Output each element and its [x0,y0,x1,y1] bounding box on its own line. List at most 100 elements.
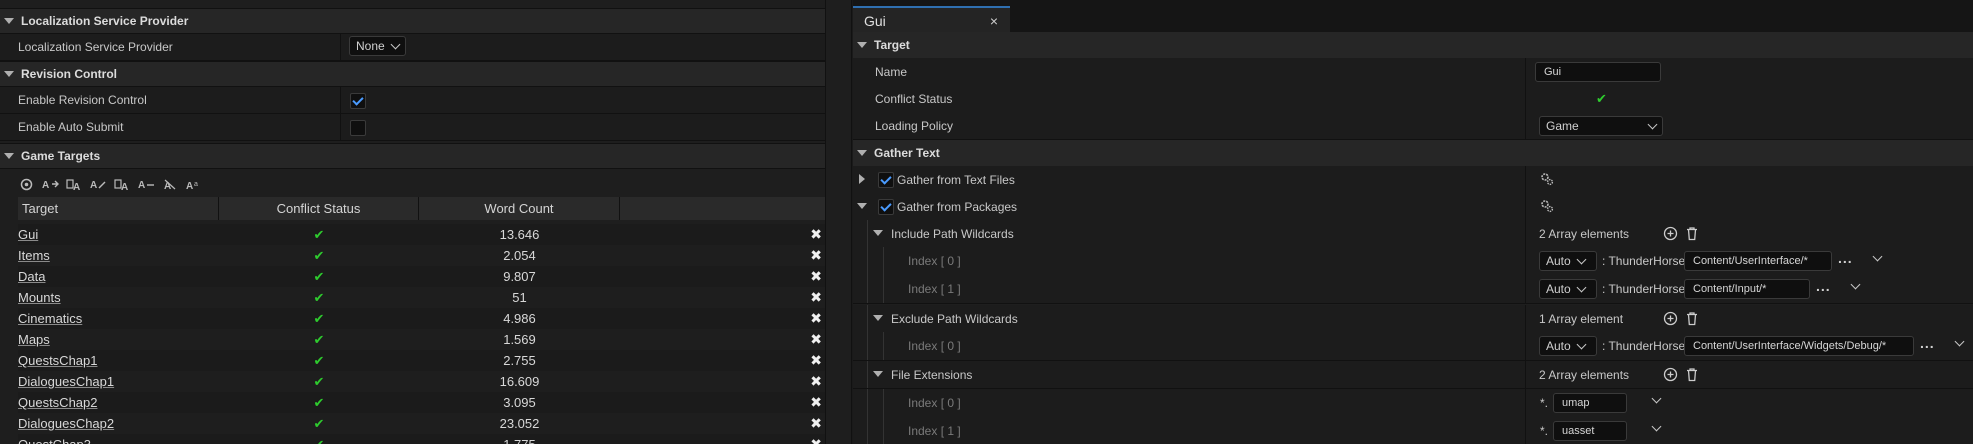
table-row[interactable]: QuestChap3 ✔ 1.775 ✖ [18,434,825,444]
auto-submit-checkbox[interactable] [350,120,366,136]
delete-target-icon[interactable]: ✖ [810,268,822,285]
include-path-label: Include Path Wildcards [891,227,1014,241]
name-input[interactable]: Gui [1535,62,1661,82]
column-word-count[interactable]: Word Count [419,197,620,220]
target-name[interactable]: DialoguesChap2 [18,416,114,431]
target-name[interactable]: Mounts [18,290,61,305]
target-name[interactable]: Maps [18,332,50,347]
more-options-icon[interactable]: ... [1816,278,1831,294]
collapse-arrow-icon[interactable] [857,150,867,156]
tab-gui[interactable]: Gui × [853,6,1010,34]
target-name[interactable]: QuestsChap2 [18,395,98,410]
mode-dropdown[interactable]: Auto [1539,279,1597,299]
target-name[interactable]: DialoguesChap1 [18,374,114,389]
collapse-arrow-icon[interactable] [873,315,883,321]
settings-icon[interactable] [1540,172,1554,186]
delete-target-icon[interactable]: ✖ [810,247,822,264]
settings-icon[interactable] [1540,199,1554,213]
count-words-icon[interactable]: Aa [186,176,203,193]
add-element-icon[interactable] [1663,311,1678,326]
scrollbar-track[interactable] [825,0,851,444]
enable-revision-checkbox[interactable] [350,93,366,109]
section-revision-control[interactable]: Revision Control [0,61,851,87]
expand-arrow-icon[interactable] [859,174,865,184]
export-text-icon[interactable]: A [66,176,83,193]
section-game-targets[interactable]: Game Targets [0,143,851,169]
delete-target-icon[interactable]: ✖ [810,310,822,327]
collapse-arrow-icon[interactable] [4,153,14,159]
table-row[interactable]: DialoguesChap1 ✔ 16.609 ✖ [18,371,825,392]
compile-text-icon[interactable]: A [162,176,179,193]
delete-target-icon[interactable]: ✖ [810,394,822,411]
delete-target-icon[interactable]: ✖ [810,373,822,390]
path-input[interactable]: Content/Input/* [1684,279,1810,299]
ext-input[interactable]: uasset [1553,421,1627,441]
add-element-icon[interactable] [1663,367,1678,382]
import-text-icon[interactable]: A [42,176,59,193]
chevron-down-icon[interactable] [1954,336,1965,347]
chevron-down-icon[interactable] [1651,421,1662,432]
trash-icon[interactable] [1685,311,1699,326]
section-gather-text[interactable]: Gather Text [853,140,1973,167]
collapse-arrow-icon[interactable] [857,42,867,48]
collapse-arrow-icon[interactable] [873,230,883,236]
target-name[interactable]: Gui [18,227,38,242]
add-element-icon[interactable] [1663,226,1678,241]
collapse-arrow-icon[interactable] [873,371,883,377]
more-options-icon[interactable]: ... [1920,335,1935,351]
table-row[interactable]: Items ✔ 2.054 ✖ [18,245,825,266]
target-name[interactable]: Cinematics [18,311,82,326]
column-target[interactable]: Target [18,197,219,220]
table-row[interactable]: Gui ✔ 13.646 ✖ [18,224,825,245]
exclude-path-label: Exclude Path Wildcards [891,312,1018,326]
collapse-arrow-icon[interactable] [4,71,14,77]
section-target[interactable]: Target [853,32,1973,59]
table-row[interactable]: Cinematics ✔ 4.986 ✖ [18,308,825,329]
table-row[interactable]: QuestsChap2 ✔ 3.095 ✖ [18,392,825,413]
path-input[interactable]: Content/UserInterface/* [1684,251,1832,271]
trash-icon[interactable] [1685,367,1699,382]
chevron-down-icon[interactable] [1850,279,1861,290]
close-icon[interactable]: × [990,13,998,29]
check-icon: ✔ [313,310,325,326]
svg-text:A: A [138,180,145,191]
table-row[interactable]: QuestsChap1 ✔ 2.755 ✖ [18,350,825,371]
mode-dropdown[interactable]: Auto [1539,251,1597,271]
import-dialogue-icon[interactable]: A [90,176,107,193]
mode-dropdown[interactable]: Auto [1539,336,1597,356]
chevron-down-icon[interactable] [1651,393,1662,404]
delete-target-icon[interactable]: ✖ [810,415,822,432]
collapse-arrow-icon[interactable] [4,18,14,24]
delete-target-icon[interactable]: ✖ [810,352,822,369]
word-count: 13.646 [499,227,540,242]
path-input[interactable]: Content/UserInterface/Widgets/Debug/* [1684,336,1914,356]
table-row[interactable]: Maps ✔ 1.569 ✖ [18,329,825,350]
table-row[interactable]: DialoguesChap2 ✔ 23.052 ✖ [18,413,825,434]
panel-divider[interactable] [851,0,852,444]
gather-text-icon[interactable] [18,176,35,193]
trash-icon[interactable] [1685,226,1699,241]
import-script-icon[interactable]: A [138,176,155,193]
chevron-down-icon[interactable] [1872,251,1883,262]
ext-input[interactable]: umap [1553,393,1627,413]
target-name[interactable]: QuestsChap1 [18,353,98,368]
column-conflict-status[interactable]: Conflict Status [219,197,419,220]
delete-target-icon[interactable]: ✖ [810,226,822,243]
collapse-arrow-icon[interactable] [857,203,867,209]
table-row[interactable]: Data ✔ 9.807 ✖ [18,266,825,287]
target-name[interactable]: QuestChap3 [18,437,91,444]
export-dialogue-icon[interactable]: A [114,176,131,193]
lsp-dropdown[interactable]: None [349,36,406,56]
check-icon: ✔ [313,436,325,444]
target-name[interactable]: Data [18,269,45,284]
delete-target-icon[interactable]: ✖ [810,289,822,306]
section-localization-service-provider[interactable]: Localization Service Provider [0,8,851,34]
delete-target-icon[interactable]: ✖ [810,331,822,348]
more-options-icon[interactable]: ... [1838,250,1853,266]
gather-packages-checkbox[interactable] [878,199,894,215]
loading-policy-dropdown[interactable]: Game [1539,116,1663,136]
table-row[interactable]: Mounts ✔ 51 ✖ [18,287,825,308]
target-name[interactable]: Items [18,248,50,263]
delete-target-icon[interactable]: ✖ [810,436,822,444]
gather-text-files-checkbox[interactable] [878,172,894,188]
